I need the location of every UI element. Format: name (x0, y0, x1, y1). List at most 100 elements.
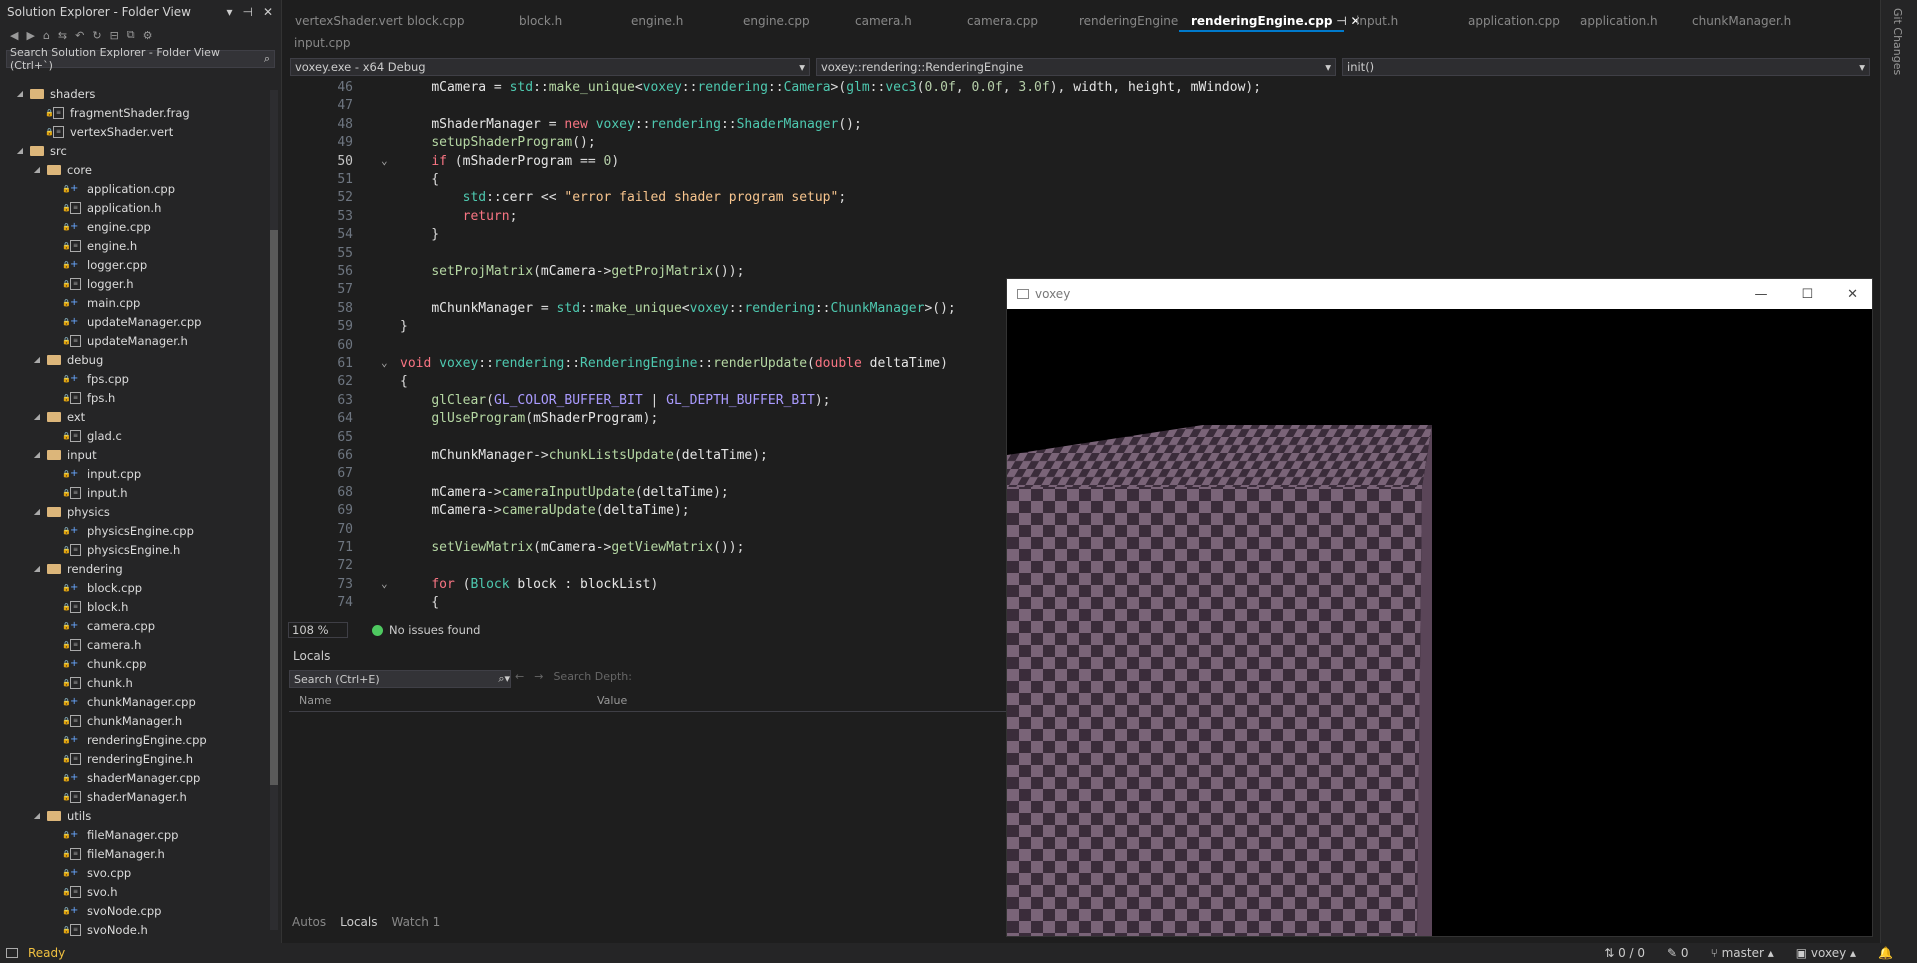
fold-icon[interactable]: ⌄ (381, 356, 388, 369)
tree-item[interactable]: 🔒 + main.cpp (0, 293, 270, 312)
code-line[interactable]: { (400, 595, 439, 610)
tree-item[interactable]: 🔒 + camera.cpp (0, 616, 270, 635)
zoom-dropdown[interactable]: 108 % (288, 622, 348, 638)
issues-status[interactable]: No issues found (389, 623, 480, 637)
expand-arrow-icon[interactable]: ◢ (31, 355, 43, 364)
tree-item[interactable]: 🔒 ≡ physicsEngine.h (0, 540, 270, 559)
tree-item[interactable]: ◢ utils (0, 806, 270, 825)
3d-viewport[interactable] (1007, 309, 1872, 936)
tab-renderingengine-h[interactable]: renderingEngine.h (1067, 14, 1190, 28)
tree-item[interactable]: 🔒 ≡ application.h (0, 198, 270, 217)
tree-item[interactable]: 🔒 ≡ fileManager.h (0, 844, 270, 863)
voxey-title-bar[interactable]: voxey — ☐ ✕ (1007, 279, 1872, 309)
tree-item[interactable]: 🔒 + block.cpp (0, 578, 270, 597)
tree-item[interactable]: ◢ input (0, 445, 270, 464)
tree-item[interactable]: 🔒 ≡ fragmentShader.frag (0, 103, 270, 122)
se-search-input[interactable]: Search Solution Explorer - Folder View (… (6, 46, 275, 72)
collapse-icon[interactable]: ⊟ (110, 29, 119, 42)
tree-item[interactable]: ◢ physics (0, 502, 270, 521)
tab-block-cpp[interactable]: block.cpp (395, 14, 507, 28)
tab-vertexshader-vert[interactable]: vertexShader.vert (283, 14, 403, 28)
tree-item[interactable]: ◢ ext (0, 407, 270, 426)
dropdown-icon[interactable]: ▾ (226, 5, 232, 19)
debug-tab-locals[interactable]: Locals (340, 915, 377, 929)
tree-item[interactable]: 🔒 + renderingEngine.cpp (0, 730, 270, 749)
expand-arrow-icon[interactable]: ◢ (14, 89, 26, 98)
expand-arrow-icon[interactable]: ◢ (31, 165, 43, 174)
tree-item[interactable]: ◢ rendering (0, 559, 270, 578)
tree-item[interactable]: ◢ debug (0, 350, 270, 369)
scope-dropdown[interactable]: voxey::rendering::RenderingEngine ▾ (816, 58, 1336, 76)
code-line[interactable]: setupShaderProgram(); (400, 135, 595, 150)
close-icon[interactable]: ✕ (263, 5, 273, 19)
code-line[interactable]: if (mShaderProgram == 0) (400, 154, 619, 169)
code-line[interactable]: mChunkManager->chunkListsUpdate(deltaTim… (400, 448, 768, 463)
code-line[interactable]: setProjMatrix(mCamera->getProjMatrix()); (400, 264, 744, 279)
tree-item[interactable]: ◢ shaders (0, 84, 270, 103)
code-line[interactable]: for (Block block : blockList) (400, 577, 658, 592)
se-scroll-thumb[interactable] (270, 230, 278, 785)
settings-icon[interactable]: ⚙ (143, 29, 153, 42)
debug-tab-watch-1[interactable]: Watch 1 (391, 915, 440, 929)
tree-item[interactable]: 🔒 ≡ chunk.h (0, 673, 270, 692)
changes-indicator[interactable]: ⇅ 0 / 0 (1604, 946, 1645, 960)
tree-item[interactable]: 🔒 + fps.cpp (0, 369, 270, 388)
maximize-icon[interactable]: ☐ (1801, 287, 1813, 302)
forward-icon[interactable]: ▶ (26, 29, 34, 42)
code-line[interactable]: } (400, 319, 408, 334)
close-icon[interactable]: ✕ (1847, 287, 1858, 302)
code-line[interactable]: glUseProgram(mShaderProgram); (400, 411, 658, 426)
copy-icon[interactable]: ⧉ (127, 28, 135, 42)
code-line[interactable]: } (400, 227, 439, 242)
tree-item[interactable]: 🔒 ≡ glad.c (0, 426, 270, 445)
tree-item[interactable]: 🔒 ≡ chunkManager.h (0, 711, 270, 730)
undo-icon[interactable]: ↶ (75, 29, 84, 42)
expand-arrow-icon[interactable]: ◢ (31, 412, 43, 421)
tree-item[interactable]: 🔒 ≡ block.h (0, 597, 270, 616)
notifications-icon[interactable]: 🔔 (1878, 946, 1893, 960)
code-line[interactable]: mCamera->cameraInputUpdate(deltaTime); (400, 485, 728, 500)
tree-item[interactable]: 🔒 + engine.cpp (0, 217, 270, 236)
tree-item[interactable]: 🔒 + physicsEngine.cpp (0, 521, 270, 540)
tab-input-h[interactable]: input.h (1344, 14, 1456, 28)
tab-engine-h[interactable]: engine.h (619, 14, 731, 28)
tree-item[interactable]: 🔒 ≡ logger.h (0, 274, 270, 293)
tab-engine-cpp[interactable]: engine.cpp (731, 14, 843, 28)
code-line[interactable]: mCamera = std::make_unique<voxey::render… (400, 80, 1261, 95)
refresh-icon[interactable]: ↻ (92, 29, 101, 42)
minimize-icon[interactable]: — (1754, 287, 1767, 302)
tab-camera-cpp[interactable]: camera.cpp (955, 14, 1067, 28)
code-line[interactable]: mChunkManager = std::make_unique<voxey::… (400, 301, 955, 316)
tree-item[interactable]: ◢ src (0, 141, 270, 160)
home-icon[interactable]: ⌂ (43, 29, 50, 42)
voxey-window[interactable]: voxey — ☐ ✕ (1006, 278, 1873, 937)
code-line[interactable]: void voxey::rendering::RenderingEngine::… (400, 356, 948, 371)
tab-chunkmanager-h[interactable]: chunkManager.h (1680, 14, 1792, 28)
tab-application-cpp[interactable]: application.cpp (1456, 14, 1568, 28)
col-name[interactable]: Name (289, 694, 589, 711)
tab-renderingengine-cpp[interactable]: renderingEngine.cpp ⊣ ✕ (1179, 10, 1361, 32)
code-line[interactable]: glClear(GL_COLOR_BUFFER_BIT | GL_DEPTH_B… (400, 393, 830, 408)
tree-item[interactable]: ◢ core (0, 160, 270, 179)
expand-arrow-icon[interactable]: ◢ (31, 811, 43, 820)
forward-arrow-icon[interactable]: → (534, 670, 543, 683)
tree-item[interactable]: 🔒 ≡ camera.h (0, 635, 270, 654)
expand-arrow-icon[interactable]: ◢ (14, 146, 26, 155)
col-value[interactable]: Value (589, 694, 627, 711)
fold-icon[interactable]: ⌄ (381, 154, 388, 167)
code-line[interactable]: { (400, 172, 439, 187)
code-line[interactable]: setViewMatrix(mCamera->getViewMatrix()); (400, 540, 744, 555)
tree-item[interactable]: 🔒 + logger.cpp (0, 255, 270, 274)
tree-item[interactable]: 🔒 ≡ engine.h (0, 236, 270, 255)
project-dropdown[interactable]: voxey.exe - x64 Debug ▾ (290, 58, 810, 76)
fold-icon[interactable]: ⌄ (381, 577, 388, 590)
tree-item[interactable]: 🔒 ≡ renderingEngine.h (0, 749, 270, 768)
locals-search-input[interactable]: Search (Ctrl+E) ⌕▾ (289, 670, 511, 688)
tree-item[interactable]: 🔒 ≡ updateManager.h (0, 331, 270, 350)
git-changes-tab[interactable]: Git Changes (1891, 8, 1904, 75)
tree-item[interactable]: 🔒 ≡ svo.h (0, 882, 270, 901)
tree-item[interactable]: 🔒 + fileManager.cpp (0, 825, 270, 844)
switch-view-icon[interactable]: ⇆ (58, 29, 67, 42)
code-line[interactable]: mCamera->cameraUpdate(deltaTime); (400, 503, 689, 518)
pin-icon[interactable]: ⊣ (242, 5, 252, 19)
